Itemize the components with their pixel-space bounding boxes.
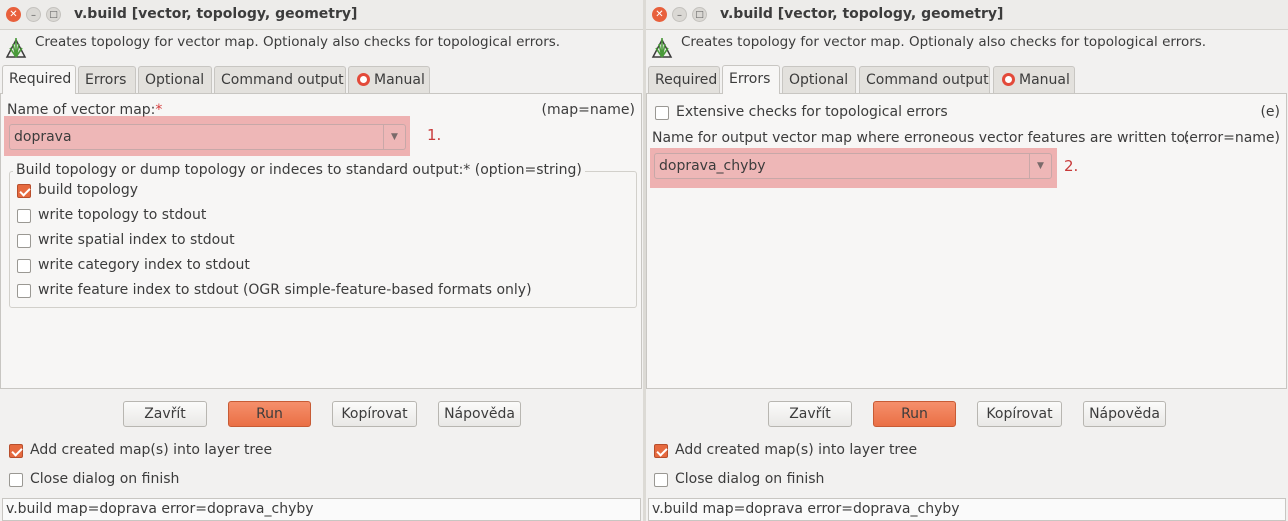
titlebar: ✕ – □ v.build [vector, topology, geometr… (646, 0, 1288, 30)
grass-icon (651, 38, 673, 58)
grass-icon (5, 38, 27, 58)
option-label: write topology to stdout (38, 207, 207, 223)
add-to-tree-label: Add created map(s) into layer tree (30, 442, 273, 458)
option-checkbox-write-feature-index[interactable] (17, 284, 31, 298)
step-marker: 2. (1064, 157, 1079, 175)
map-value: doprava (14, 129, 72, 145)
tab-errors[interactable]: Errors (722, 65, 780, 94)
lifebuoy-icon (357, 73, 370, 86)
add-to-tree-checkbox[interactable] (654, 444, 668, 458)
option-checkbox-write-topology[interactable] (17, 209, 31, 223)
tab-errors[interactable]: Errors (78, 66, 136, 94)
minimize-icon[interactable]: – (672, 7, 687, 22)
option-group-title: Build topology or dump topology or indec… (13, 162, 585, 178)
module-description: Creates topology for vector map. Optiona… (681, 34, 1207, 50)
option-label: write spatial index to stdout (38, 232, 235, 248)
close-on-finish-label: Close dialog on finish (675, 471, 825, 487)
window-title: v.build [vector, topology, geometry] (74, 6, 358, 22)
tab-manual[interactable]: Manual (993, 66, 1075, 94)
close-on-finish-checkbox[interactable] (9, 473, 23, 487)
tab-label: Optional (789, 72, 849, 88)
minimize-icon[interactable]: – (26, 7, 41, 22)
command-line[interactable]: v.build map=doprava error=doprava_chyby (2, 498, 641, 521)
option-checkbox-write-spatial-index[interactable] (17, 234, 31, 248)
option-checkbox-write-category-index[interactable] (17, 259, 31, 273)
dialog-window-errors: ✕ – □ v.build [vector, topology, geometr… (646, 0, 1288, 521)
map-combobox[interactable]: doprava ▼ (9, 124, 406, 150)
tab-label: Optional (145, 72, 205, 88)
tab-label: Required (655, 72, 718, 88)
tab-label: Manual (1019, 72, 1070, 88)
maximize-icon[interactable]: □ (46, 7, 61, 22)
dialog-window-required: ✕ – □ v.build [vector, topology, geometr… (0, 0, 643, 521)
help-button[interactable]: Nápověda (438, 401, 521, 427)
output-map-combobox[interactable]: doprava_chyby ▼ (654, 153, 1052, 179)
close-button[interactable]: Zavřít (123, 401, 207, 427)
copy-button[interactable]: Kopírovat (332, 401, 417, 427)
maximize-icon[interactable]: □ (692, 7, 707, 22)
extensive-checks-label: Extensive checks for topological errors (676, 104, 948, 120)
tab-command-output[interactable]: Command output (859, 66, 990, 94)
chevron-down-icon[interactable]: ▼ (1029, 154, 1051, 178)
module-description: Creates topology for vector map. Optiona… (35, 34, 561, 50)
tab-label: Required (9, 71, 72, 87)
copy-button[interactable]: Kopírovat (977, 401, 1062, 427)
close-button[interactable]: Zavřít (768, 401, 852, 427)
add-to-tree-checkbox[interactable] (9, 444, 23, 458)
tab-label: Manual (374, 72, 425, 88)
tab-panel-required: Name of vector map:* (map=name) doprava … (0, 93, 642, 389)
chevron-down-icon[interactable]: ▼ (383, 125, 405, 149)
run-button[interactable]: Run (228, 401, 311, 427)
tab-label: Errors (729, 71, 771, 87)
output-map-param: (error=name) (1183, 130, 1280, 146)
tab-required[interactable]: Required (2, 65, 76, 94)
extensive-checks-checkbox[interactable] (655, 106, 669, 120)
close-on-finish-label: Close dialog on finish (30, 471, 180, 487)
help-button[interactable]: Nápověda (1083, 401, 1166, 427)
command-line[interactable]: v.build map=doprava error=doprava_chyby (648, 498, 1286, 521)
tab-required[interactable]: Required (648, 66, 720, 94)
tab-label: Command output (221, 72, 344, 88)
map-param: (map=name) (541, 102, 635, 118)
lifebuoy-icon (1002, 73, 1015, 86)
option-label: write category index to stdout (38, 257, 250, 273)
close-icon[interactable]: ✕ (6, 7, 21, 22)
titlebar: ✕ – □ v.build [vector, topology, geometr… (0, 0, 643, 30)
tab-optional[interactable]: Optional (138, 66, 212, 94)
tab-optional[interactable]: Optional (782, 66, 856, 94)
extensive-checks-flag: (e) (1260, 104, 1280, 120)
output-map-label: Name for output vector map where erroneo… (652, 130, 1190, 146)
option-label: build topology (38, 182, 139, 198)
option-label: write feature index to stdout (OGR simpl… (38, 282, 532, 298)
step-marker: 1. (427, 126, 442, 144)
add-to-tree-label: Add created map(s) into layer tree (675, 442, 918, 458)
window-title: v.build [vector, topology, geometry] (720, 6, 1004, 22)
tab-label: Command output (866, 72, 989, 88)
tab-command-output[interactable]: Command output (214, 66, 346, 94)
run-button[interactable]: Run (873, 401, 956, 427)
tab-label: Errors (85, 72, 127, 88)
tab-manual[interactable]: Manual (348, 66, 430, 94)
close-on-finish-checkbox[interactable] (654, 473, 668, 487)
option-checkbox-build-topology[interactable] (17, 184, 31, 198)
tab-panel-errors: Extensive checks for topological errors … (646, 93, 1287, 389)
close-icon[interactable]: ✕ (652, 7, 667, 22)
output-map-value: doprava_chyby (659, 158, 766, 174)
